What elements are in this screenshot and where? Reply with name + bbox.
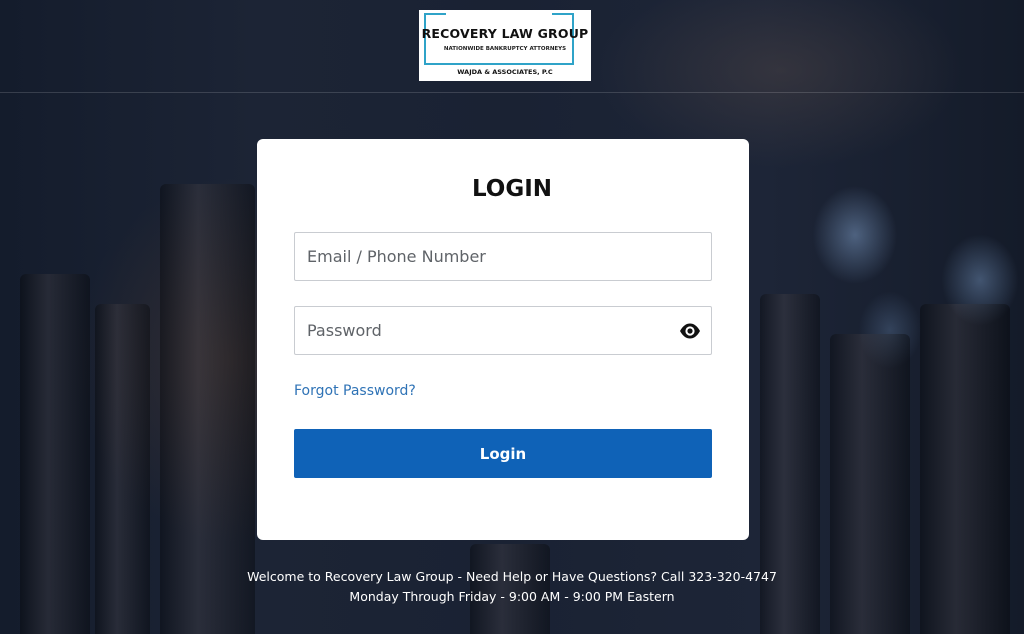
login-button[interactable]: Login [294,429,712,478]
logo-subtitle: WAJDA & ASSOCIATES, P.C [457,68,553,76]
forgot-password-link[interactable]: Forgot Password? [294,383,416,399]
header-divider [0,92,1024,93]
footer-line-help: Welcome to Recovery Law Group - Need Hel… [247,569,777,584]
company-logo[interactable]: RECOVERY LAW GROUP NATIONWIDE BANKRUPTCY… [419,10,591,81]
logo-tagline: NATIONWIDE BANKRUPTCY ATTORNEYS [443,46,567,52]
email-field-wrapper [294,232,712,281]
footer-line-hours: Monday Through Friday - 9:00 AM - 9:00 P… [349,589,675,604]
footer-contact: Welcome to Recovery Law Group - Need Hel… [0,567,1024,607]
eye-icon[interactable] [679,321,701,341]
login-title: LOGIN [471,176,553,202]
logo-title: RECOVERY LAW GROUP [421,26,589,41]
password-field-wrapper [294,306,712,355]
email-input[interactable] [295,233,711,280]
password-input[interactable] [295,307,711,354]
